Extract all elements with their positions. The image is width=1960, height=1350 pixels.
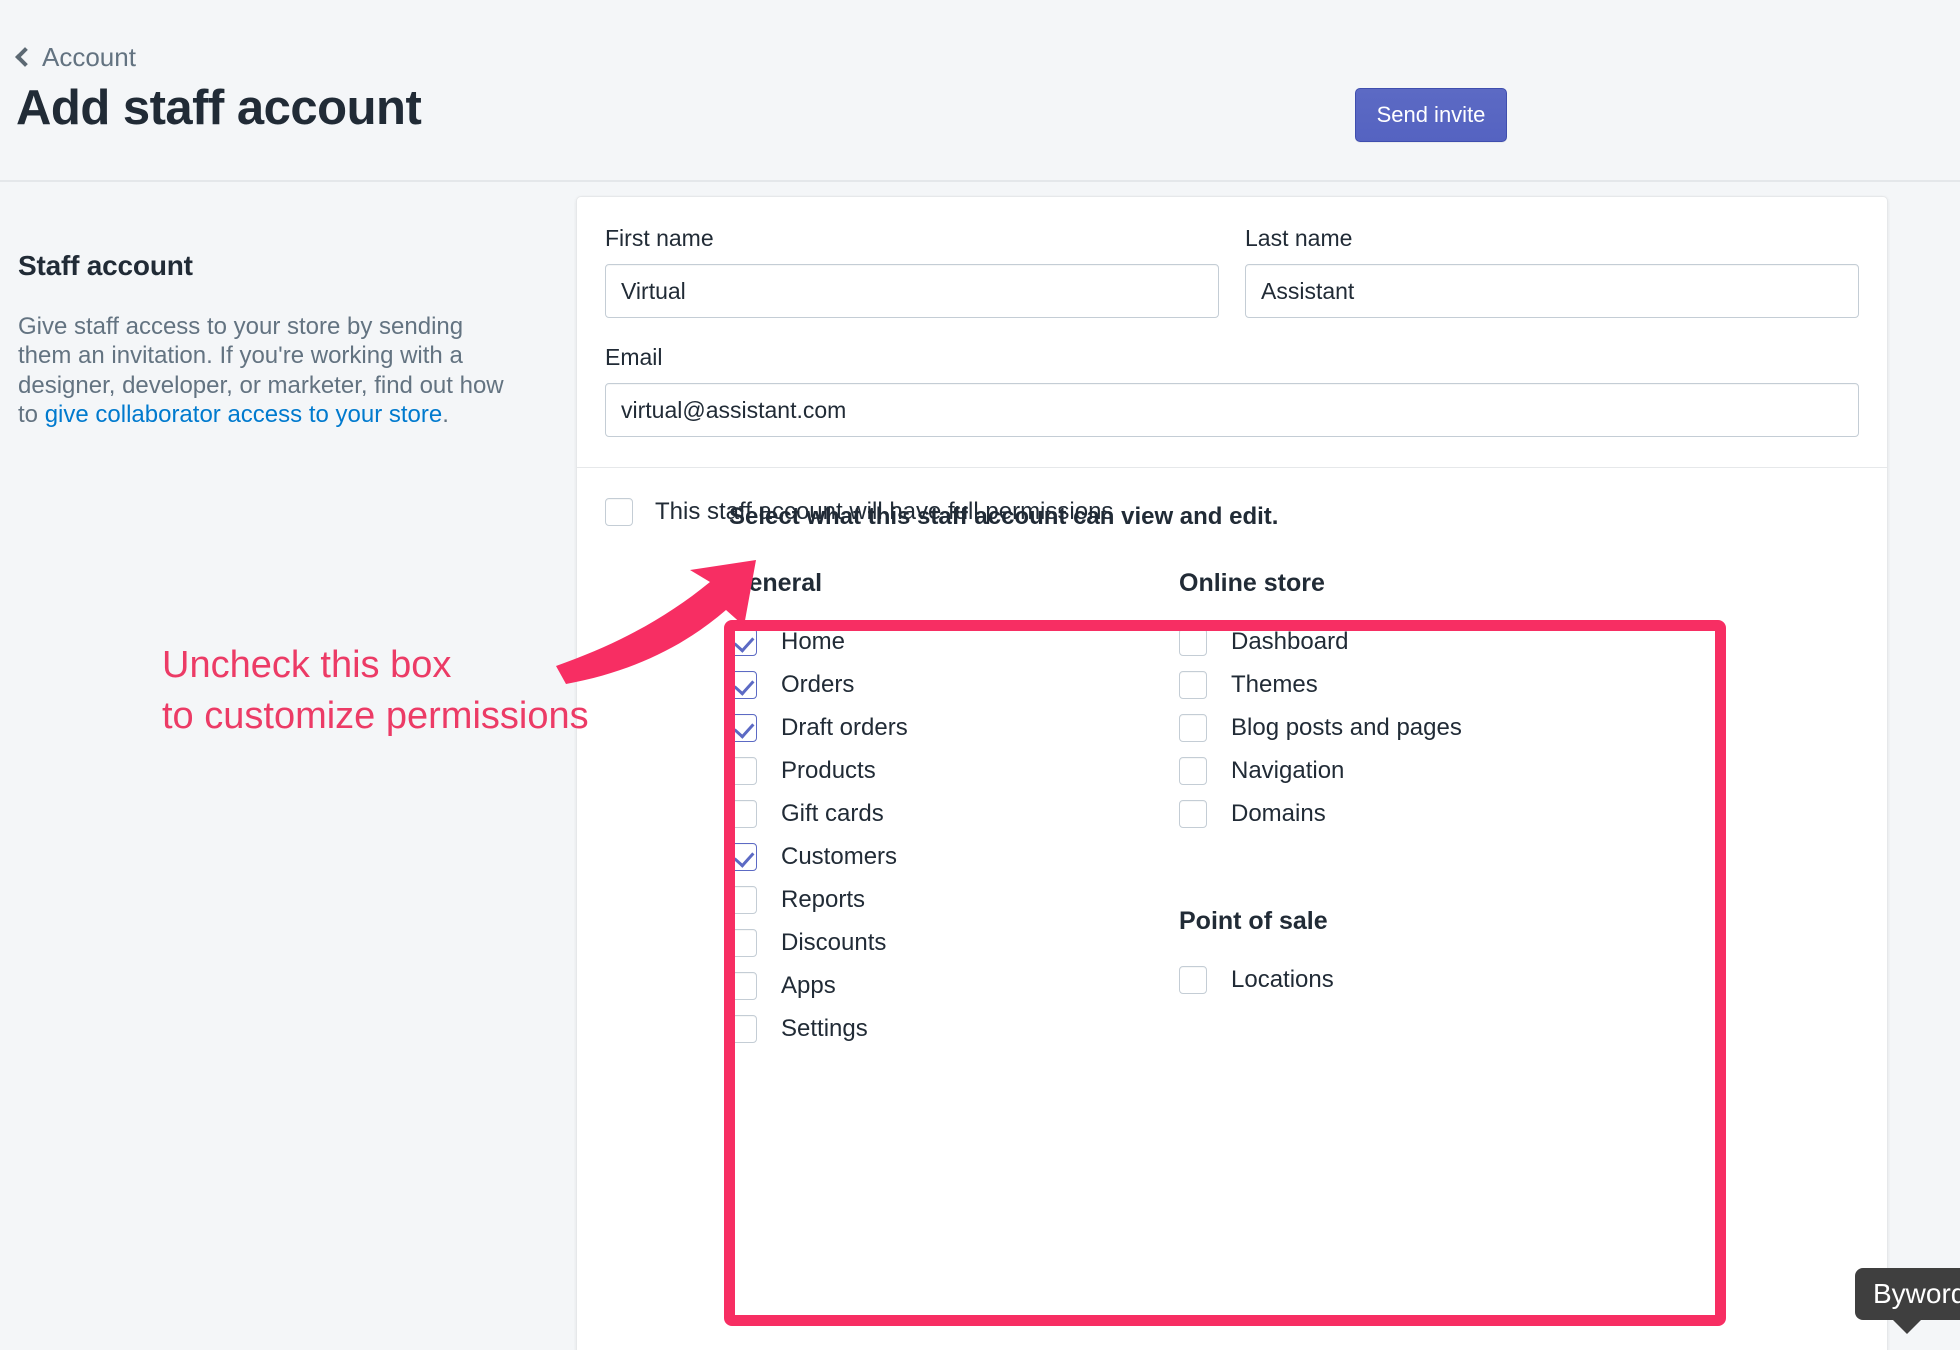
permission-label: Discounts (781, 928, 887, 956)
permission-label: Themes (1231, 670, 1318, 698)
first-name-label: First name (605, 225, 714, 251)
permission-label: Locations (1231, 965, 1334, 993)
column-spacer (1179, 835, 1629, 907)
group-title-general: General (729, 569, 823, 597)
permission-checkbox[interactable] (729, 971, 757, 1000)
permission-checkbox[interactable] (729, 928, 757, 957)
permission-item[interactable]: Dashboard (1179, 620, 1629, 663)
permission-label: Gift cards (781, 799, 884, 827)
permission-checkbox[interactable] (729, 713, 757, 742)
permission-label: Products (781, 756, 876, 784)
permission-item[interactable]: Products (729, 749, 1179, 792)
permission-checkbox[interactable] (1179, 713, 1207, 742)
permission-checkbox[interactable] (729, 885, 757, 914)
email-field-group: Email (605, 344, 1859, 437)
staff-account-heading: Staff account (18, 250, 193, 281)
email-label: Email (605, 344, 663, 370)
collaborator-access-link[interactable]: give collaborator access to your store (45, 401, 443, 428)
permission-item[interactable]: Reports (729, 878, 1179, 921)
permission-label: Navigation (1231, 756, 1345, 784)
permission-label: Draft orders (781, 713, 908, 741)
last-name-field-group: Last name (1245, 225, 1859, 318)
permission-item[interactable]: Navigation (1179, 749, 1629, 792)
permission-item[interactable]: Settings (729, 1007, 1179, 1050)
email-input[interactable] (605, 383, 1859, 437)
permission-checkbox[interactable] (729, 1014, 757, 1043)
permission-label: Domains (1231, 799, 1326, 827)
permission-label: Customers (781, 842, 898, 870)
permission-label: Home (781, 627, 846, 655)
permission-checkbox[interactable] (1179, 965, 1207, 994)
permissions-intro: Select what this staff account can view … (729, 503, 1279, 530)
permission-item[interactable]: Orders (729, 663, 1179, 706)
byword-tooltip: Byword (1855, 1268, 1960, 1334)
permission-list-point-of-sale: Locations (1179, 958, 1629, 1001)
permission-checkbox[interactable] (729, 670, 757, 699)
permission-item[interactable]: Customers (729, 835, 1179, 878)
permission-checkbox[interactable] (729, 842, 757, 871)
last-name-input[interactable] (1245, 264, 1859, 318)
permission-label: Orders (781, 670, 855, 698)
last-name-label: Last name (1245, 225, 1353, 251)
permission-checkbox[interactable] (1179, 756, 1207, 785)
permissions-column-general: General Home Orders Draft orders Products Gi… (729, 569, 1179, 1050)
permission-item[interactable]: Themes (1179, 663, 1629, 706)
permissions-columns: General Home Orders Draft orders Products Gi… (729, 569, 1695, 1050)
permission-label: Settings (781, 1014, 868, 1042)
permission-item[interactable]: Gift cards (729, 792, 1179, 835)
permission-item[interactable]: Domains (1179, 792, 1629, 835)
screen-root: Account Add staff account Send invite St… (0, 0, 1960, 1350)
permission-label: Reports (781, 885, 866, 913)
permission-item[interactable]: Locations (1179, 958, 1629, 1001)
breadcrumb[interactable]: Account (15, 42, 136, 73)
name-row: First name Last name (605, 225, 1859, 318)
description-text-2: . (442, 400, 449, 428)
chevron-left-icon (15, 46, 35, 67)
page-title: Add staff account (16, 81, 422, 135)
permission-list-online-store: Dashboard Themes Blog posts and pages Navig… (1179, 620, 1629, 835)
name-email-section: First name Last name Email (577, 197, 1887, 467)
full-permissions-checkbox[interactable] (605, 498, 633, 526)
permission-list-general: Home Orders Draft orders Products Gift cards… (729, 620, 1179, 1050)
breadcrumb-label: Account (42, 42, 136, 72)
group-title-point-of-sale: Point of sale (1179, 907, 1328, 935)
group-title-online-store: Online store (1179, 569, 1325, 597)
staff-account-card: First name Last name Email This staff ac… (576, 196, 1888, 1350)
permission-label: Apps (781, 971, 836, 999)
permission-item[interactable]: Discounts (729, 921, 1179, 964)
permission-checkbox[interactable] (729, 799, 757, 828)
permission-checkbox[interactable] (729, 627, 757, 656)
first-name-input[interactable] (605, 264, 1219, 318)
first-name-field-group: First name (605, 225, 1219, 318)
send-invite-button[interactable]: Send invite (1355, 88, 1507, 142)
permissions-panel: Select what this staff account can view … (729, 497, 1695, 1050)
permission-item[interactable]: Draft orders (729, 706, 1179, 749)
permission-checkbox[interactable] (1179, 799, 1207, 828)
permission-item[interactable]: Home (729, 620, 1179, 663)
permissions-column-online-store: Online store Dashboard Themes Blog posts a… (1179, 569, 1629, 1050)
page-header: Account Add staff account Send invite (0, 0, 1960, 182)
permission-label: Dashboard (1231, 627, 1349, 655)
permission-item[interactable]: Apps (729, 964, 1179, 1007)
permission-item[interactable]: Blog posts and pages (1179, 706, 1629, 749)
staff-account-description: Give staff access to your store by sendi… (18, 312, 518, 429)
annotation-text: Uncheck this box to customize permission… (162, 644, 589, 738)
staff-account-info: Staff account Give staff access to your … (18, 250, 518, 429)
permission-checkbox[interactable] (1179, 670, 1207, 699)
permission-checkbox[interactable] (1179, 627, 1207, 656)
permission-checkbox[interactable] (729, 756, 757, 785)
permission-label: Blog posts and pages (1231, 713, 1462, 741)
